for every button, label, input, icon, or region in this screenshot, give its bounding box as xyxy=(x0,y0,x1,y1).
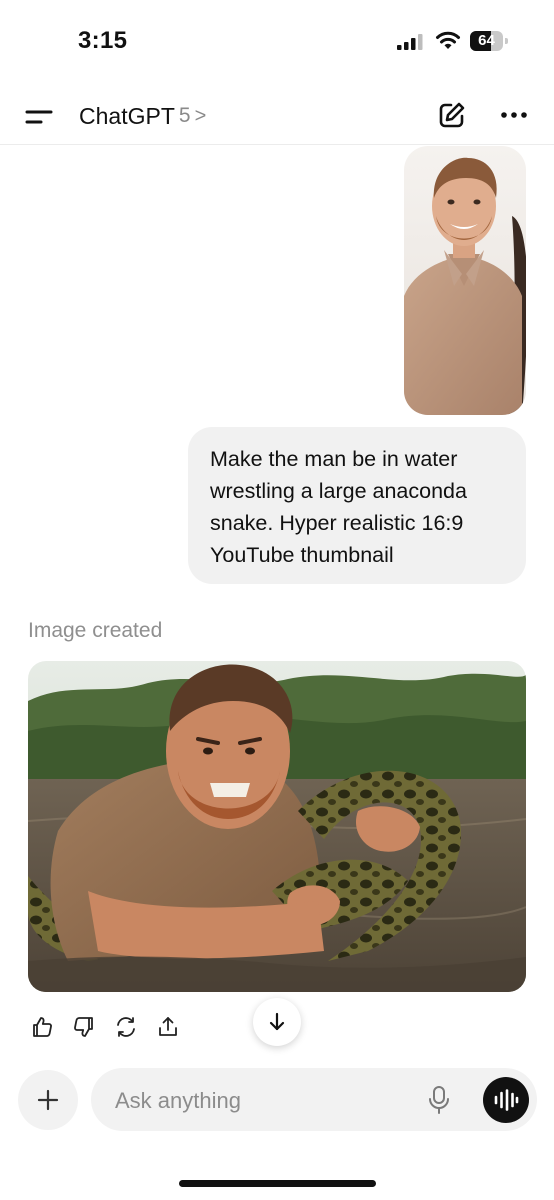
image-created-label: Image created xyxy=(28,619,163,642)
home-indicator xyxy=(179,1180,376,1187)
edit-icon[interactable] xyxy=(437,100,467,130)
user-message-text: Make the man be in water wrestling a lar… xyxy=(210,447,467,567)
status-bar: 3:15 64 xyxy=(0,0,554,86)
regenerate-icon[interactable] xyxy=(114,1015,138,1039)
cellular-signal-icon xyxy=(397,34,423,50)
chat-header: ChatGPT 5 > xyxy=(0,88,554,145)
battery-level: 64 xyxy=(478,32,495,49)
message-composer xyxy=(91,1068,537,1133)
plus-icon xyxy=(37,1089,59,1111)
share-icon[interactable] xyxy=(156,1015,180,1039)
battery-indicator: 64 xyxy=(470,31,510,51)
generated-image[interactable] xyxy=(28,661,526,992)
status-time: 3:15 xyxy=(78,27,128,54)
user-uploaded-photo[interactable] xyxy=(404,146,526,415)
model-version: 5 xyxy=(178,104,191,127)
voice-mode-button[interactable] xyxy=(483,1077,529,1123)
message-input[interactable] xyxy=(113,1068,407,1133)
chevron-right-icon: > xyxy=(194,104,207,127)
arrow-down-icon xyxy=(269,1012,285,1031)
wifi-icon xyxy=(436,31,460,49)
message-actions xyxy=(30,1015,180,1043)
thumbs-up-icon[interactable] xyxy=(30,1015,54,1039)
user-message-bubble: Make the man be in water wrestling a lar… xyxy=(188,427,526,584)
ellipsis-icon[interactable] xyxy=(499,100,529,130)
thumbs-down-icon[interactable] xyxy=(72,1015,96,1039)
add-attachment-button[interactable] xyxy=(18,1070,78,1130)
menu-icon[interactable] xyxy=(24,106,54,128)
model-selector[interactable]: ChatGPT 5 > xyxy=(79,100,206,132)
scroll-to-bottom-button[interactable] xyxy=(253,998,301,1046)
microphone-icon[interactable] xyxy=(425,1085,453,1115)
app-title: ChatGPT xyxy=(79,102,175,129)
voice-waveform-icon xyxy=(494,1089,519,1111)
